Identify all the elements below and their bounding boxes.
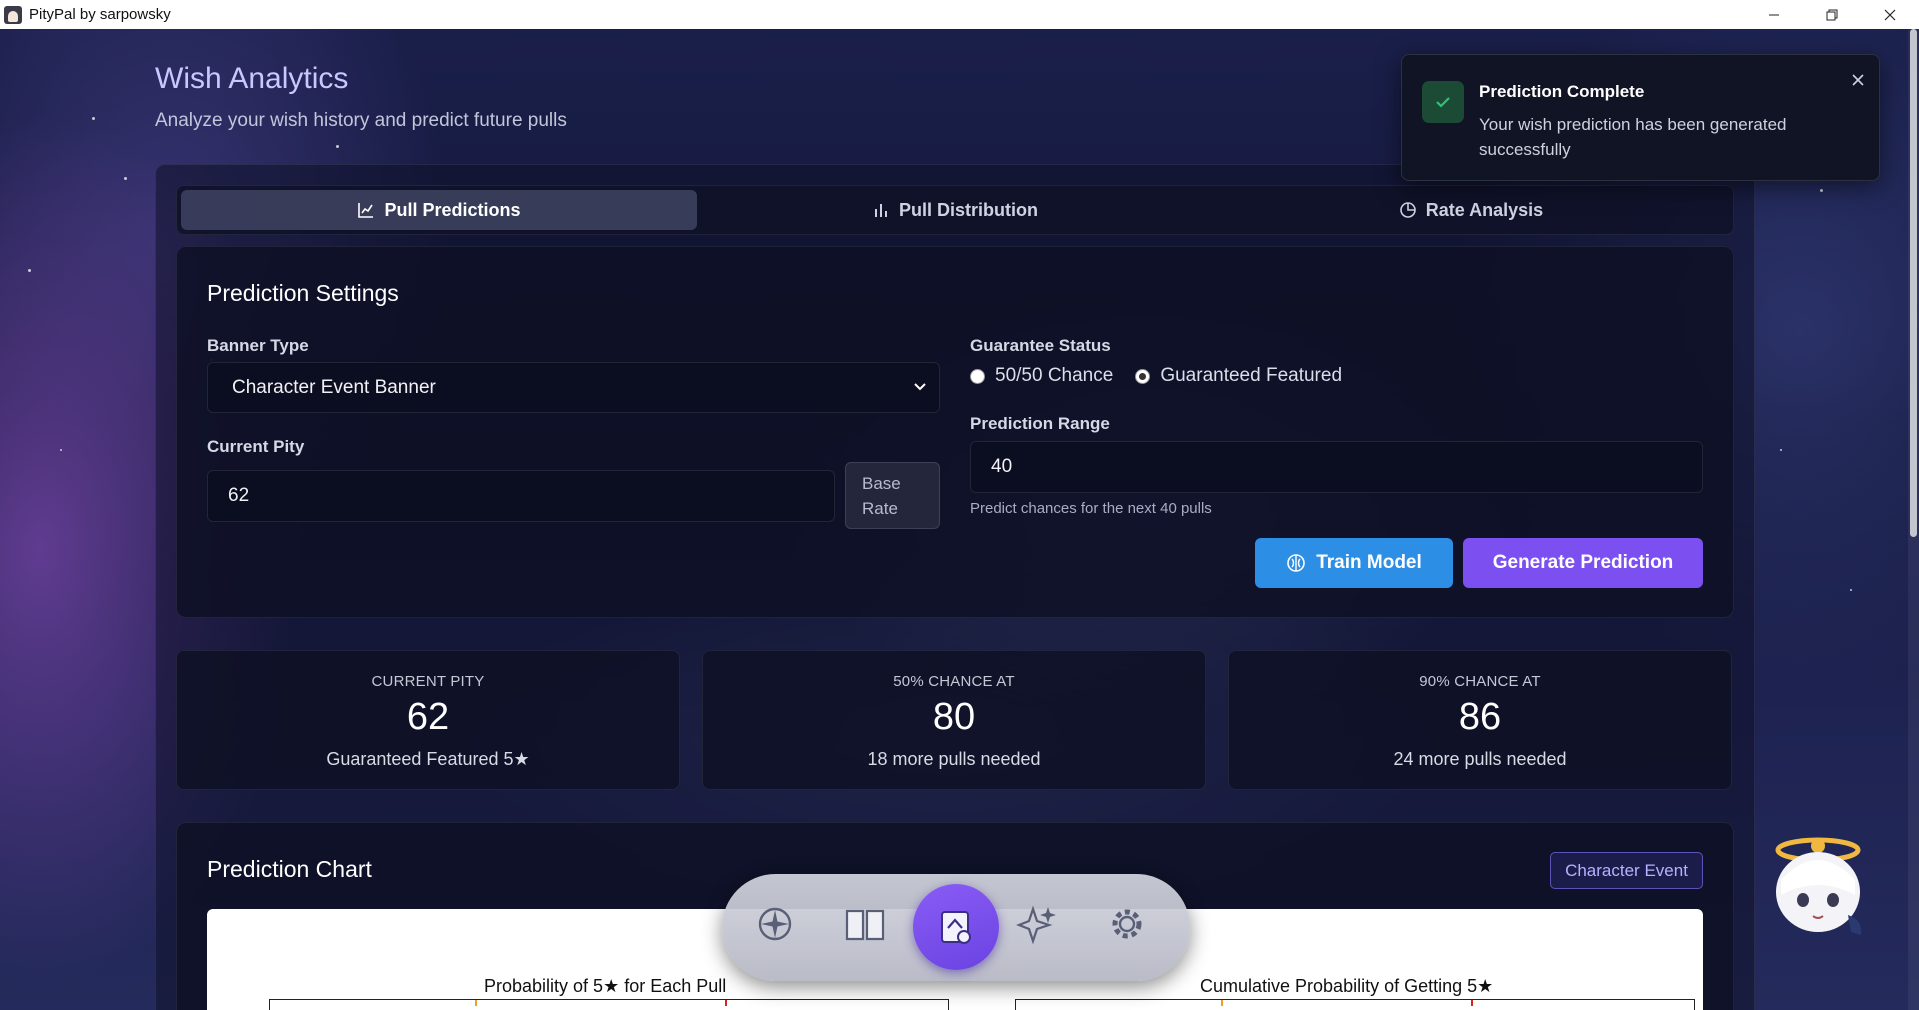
dock-item-settings[interactable] xyxy=(1103,900,1151,948)
radio-fifty-fifty[interactable]: 50/50 Chance xyxy=(970,365,1113,387)
base-rate-button[interactable]: Base Rate xyxy=(845,462,940,529)
toast-title: Prediction Complete xyxy=(1479,82,1645,101)
stat-note: 18 more pulls needed xyxy=(867,749,1041,769)
guarantee-status-label: Guarantee Status xyxy=(970,336,1111,355)
window-controls xyxy=(1745,0,1919,29)
radio-dot xyxy=(970,368,985,384)
prediction-range-input[interactable]: 40 xyxy=(970,441,1703,493)
radio-dot xyxy=(1135,368,1151,384)
dock-item-book[interactable] xyxy=(841,900,889,948)
compass-icon xyxy=(758,907,792,941)
generate-prediction-button[interactable]: Generate Prediction xyxy=(1463,538,1703,588)
window-title: PityPal by sarpowsky xyxy=(29,6,171,23)
tab-label: Pull Distribution xyxy=(899,199,1038,220)
close-window-button[interactable] xyxy=(1861,0,1919,29)
right-plot-title: Cumulative Probability of Getting 5★ xyxy=(1200,976,1494,996)
prediction-range-label: Prediction Range xyxy=(970,414,1110,433)
stat-note: Guaranteed Featured 5★ xyxy=(326,749,530,769)
radio-guaranteed-featured[interactable]: Guaranteed Featured xyxy=(1135,365,1342,387)
stat-value: 62 xyxy=(406,696,450,738)
radio-label: 50/50 Chance xyxy=(995,365,1114,386)
current-pity-input[interactable]: 62 xyxy=(207,470,835,522)
stat-card-fifty-percent: 50% CHANCE AT 80 18 more pulls needed xyxy=(702,650,1206,790)
gear-icon xyxy=(1112,909,1142,939)
dock-item-compass[interactable] xyxy=(751,900,799,948)
banner-type-label: Banner Type xyxy=(207,336,309,355)
tab-pull-distribution[interactable]: Pull Distribution xyxy=(697,190,1213,230)
radio-label: Guaranteed Featured xyxy=(1160,365,1343,386)
plot-marker xyxy=(725,1000,727,1006)
sparkles-icon xyxy=(1016,905,1056,945)
train-model-label: Train Model xyxy=(1316,552,1422,573)
analytics-icon xyxy=(941,911,971,944)
stat-value: 80 xyxy=(932,696,976,738)
bar-chart-icon xyxy=(875,204,887,217)
toast-notification: Prediction Complete Your wish prediction… xyxy=(1401,54,1880,181)
minimize-button[interactable] xyxy=(1745,0,1803,29)
dock-item-analytics[interactable] xyxy=(913,884,999,970)
plot-marker xyxy=(1471,1000,1473,1006)
stat-label: 90% CHANCE AT xyxy=(1419,673,1541,690)
minimize-icon xyxy=(1769,14,1779,15)
stat-label: CURRENT PITY xyxy=(371,673,485,690)
line-chart-icon xyxy=(358,203,374,218)
current-pity-label: Current Pity xyxy=(207,437,305,456)
book-icon xyxy=(845,909,885,941)
app-icon xyxy=(4,5,22,24)
plot-marker xyxy=(475,1000,477,1006)
close-icon xyxy=(1884,9,1896,20)
tab-rate-analysis[interactable]: Rate Analysis xyxy=(1213,190,1729,230)
right-plot-frame xyxy=(1015,999,1695,1010)
settings-title: Prediction Settings xyxy=(207,280,399,306)
toast-close-button[interactable] xyxy=(1851,73,1865,92)
banner-badge: Character Event xyxy=(1550,852,1703,889)
pie-chart-icon xyxy=(1399,202,1416,218)
analytics-tabs: Pull Predictions Pull Distribution Rate … xyxy=(176,185,1734,235)
chevron-down-icon xyxy=(914,383,926,391)
scrollbar[interactable] xyxy=(1908,29,1919,1010)
stat-note: 24 more pulls needed xyxy=(1393,749,1567,769)
tab-label: Pull Predictions xyxy=(384,199,521,220)
stat-label: 50% CHANCE AT xyxy=(893,673,1015,690)
window-titlebar: PityPal by sarpowsky xyxy=(0,0,1919,29)
stat-card-ninety-percent: 90% CHANCE AT 86 24 more pulls needed xyxy=(1228,650,1732,790)
restore-button[interactable] xyxy=(1803,0,1861,29)
page-subtitle: Analyze your wish history and predict fu… xyxy=(155,110,567,131)
left-plot-frame xyxy=(269,999,949,1010)
current-pity-value: 62 xyxy=(228,485,250,506)
close-icon xyxy=(1852,74,1864,86)
scrollbar-thumb[interactable] xyxy=(1910,29,1917,537)
chart-title: Prediction Chart xyxy=(207,856,372,882)
page-title: Wish Analytics xyxy=(155,62,349,95)
stat-value: 86 xyxy=(1458,696,1502,738)
banner-type-select[interactable]: Character Event Banner xyxy=(207,362,940,413)
restore-icon xyxy=(1826,9,1838,20)
guarantee-radio-group: 50/50 Chance Guaranteed Featured xyxy=(970,365,1364,387)
plot-marker xyxy=(1221,1000,1223,1006)
tab-pull-predictions[interactable]: Pull Predictions xyxy=(181,190,697,230)
brain-icon xyxy=(1287,554,1306,572)
dock-item-wishes[interactable] xyxy=(1013,900,1061,948)
mascot-character-image xyxy=(1775,837,1862,935)
success-check-icon xyxy=(1422,81,1464,123)
train-model-button[interactable]: Train Model xyxy=(1255,538,1453,588)
toast-message: Your wish prediction has been generated … xyxy=(1479,115,1787,159)
tab-label: Rate Analysis xyxy=(1425,199,1544,220)
stat-card-current-pity: CURRENT PITY 62 Guaranteed Featured 5★ xyxy=(176,650,680,790)
prediction-range-helper: Predict chances for the next 40 pulls xyxy=(970,500,1212,517)
banner-type-value: Character Event Banner xyxy=(232,376,436,398)
prediction-range-value: 40 xyxy=(991,456,1013,477)
left-plot-title: Probability of 5★ for Each Pull xyxy=(484,976,727,996)
